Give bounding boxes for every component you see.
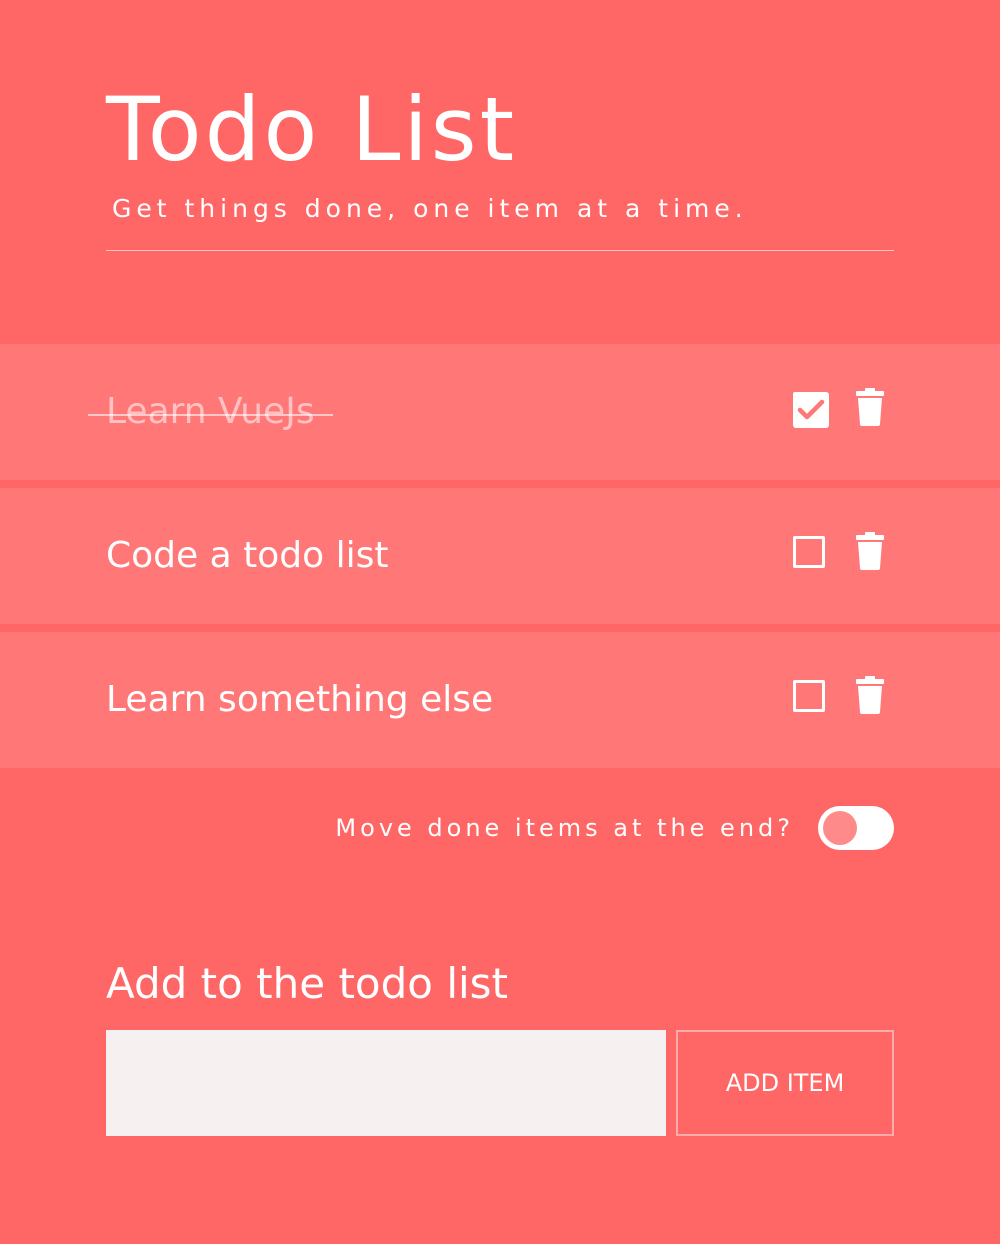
move-done-toggle[interactable]: [818, 806, 894, 850]
todo-text: Learn something else: [106, 679, 494, 720]
move-done-toggle-label: Move done items at the end?: [335, 814, 794, 842]
move-done-toggle-row: Move done items at the end?: [335, 806, 894, 850]
todo-text: Learn VueJs: [88, 390, 333, 434]
trash-icon[interactable]: [856, 388, 884, 426]
todo-checkbox-checked-icon[interactable]: [793, 392, 829, 428]
header-divider: [106, 250, 894, 251]
todo-checkbox-icon[interactable]: [793, 680, 825, 712]
add-item-button[interactable]: ADD ITEM: [676, 1030, 894, 1136]
todo-item: Learn VueJs: [0, 344, 1000, 480]
header: Todo List Get things done, one item at a…: [106, 80, 894, 224]
add-todo-input[interactable]: [106, 1030, 666, 1136]
todo-text: Code a todo list: [106, 535, 389, 576]
todo-item: Code a todo list: [0, 488, 1000, 624]
trash-icon[interactable]: [856, 676, 884, 714]
toggle-knob: [823, 811, 857, 845]
todo-checkbox-icon[interactable]: [793, 536, 825, 568]
page-subtitle: Get things done, one item at a time.: [112, 194, 748, 223]
page-title: Todo List: [106, 78, 518, 181]
todo-item: Learn something else: [0, 632, 1000, 768]
todo-list: Learn VueJs Code a todo list Learn somet…: [0, 344, 1000, 776]
trash-icon[interactable]: [856, 532, 884, 570]
check-icon: [793, 392, 829, 428]
strikethrough-line: [88, 414, 333, 416]
add-todo-heading: Add to the todo list: [106, 959, 509, 1008]
